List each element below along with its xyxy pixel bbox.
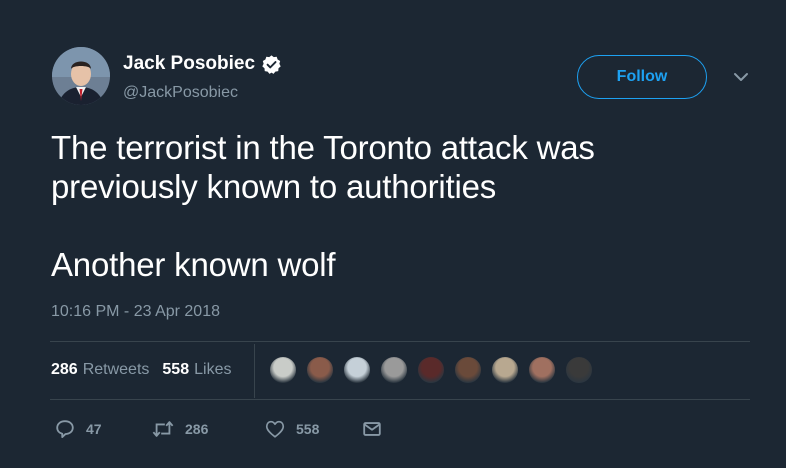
likes-label: Likes <box>194 361 232 378</box>
likes-stat[interactable]: 558 Likes <box>162 361 231 379</box>
liker-avatar-1[interactable] <box>268 355 298 385</box>
like-button[interactable]: 558 <box>264 418 361 440</box>
tweet-card: Jack Posobiec @JackPosobiec Follow The t… <box>0 0 786 458</box>
tweet-text: The terrorist in the Toronto attack was … <box>51 129 595 283</box>
divider-top <box>50 341 750 342</box>
author-handle[interactable]: @JackPosobiec <box>123 84 238 102</box>
retweets-label: Retweets <box>82 361 150 378</box>
stats-separator <box>254 344 255 398</box>
reply-button[interactable]: 47 <box>54 418 151 440</box>
liker-avatar-4[interactable] <box>379 355 409 385</box>
liker-avatar-2[interactable] <box>305 355 335 385</box>
liker-avatar-7[interactable] <box>490 355 520 385</box>
direct-message-button[interactable] <box>361 418 383 440</box>
engagement-stats: 286 Retweets 558 Likes <box>51 361 244 379</box>
reply-icon <box>54 418 76 440</box>
tweet-timestamp[interactable]: 10:16 PM - 23 Apr 2018 <box>51 303 220 321</box>
retweets-count: 286 <box>51 361 78 378</box>
reply-count: 47 <box>86 421 102 437</box>
retweets-stat[interactable]: 286 Retweets <box>51 361 149 379</box>
liker-avatars <box>268 355 601 385</box>
retweet-icon <box>151 418 175 440</box>
verified-badge-icon <box>261 54 282 75</box>
divider-bottom <box>50 399 750 400</box>
author-avatar[interactable] <box>52 47 110 105</box>
chevron-down-icon[interactable] <box>731 70 751 84</box>
heart-icon <box>264 418 286 440</box>
liker-avatar-5[interactable] <box>416 355 446 385</box>
tweet-actions: 47 286 558 <box>54 418 383 440</box>
envelope-icon <box>361 418 383 440</box>
liker-avatar-3[interactable] <box>342 355 372 385</box>
follow-button[interactable]: Follow <box>577 55 707 99</box>
author-name[interactable]: Jack Posobiec <box>123 53 255 75</box>
retweet-count: 286 <box>185 421 209 437</box>
liker-avatar-6[interactable] <box>453 355 483 385</box>
author-name-row[interactable]: Jack Posobiec <box>123 53 282 75</box>
liker-avatar-8[interactable] <box>527 355 557 385</box>
like-count: 558 <box>296 421 320 437</box>
retweet-button[interactable]: 286 <box>151 418 264 440</box>
likes-count: 558 <box>162 361 190 378</box>
liker-avatar-9[interactable] <box>564 355 594 385</box>
